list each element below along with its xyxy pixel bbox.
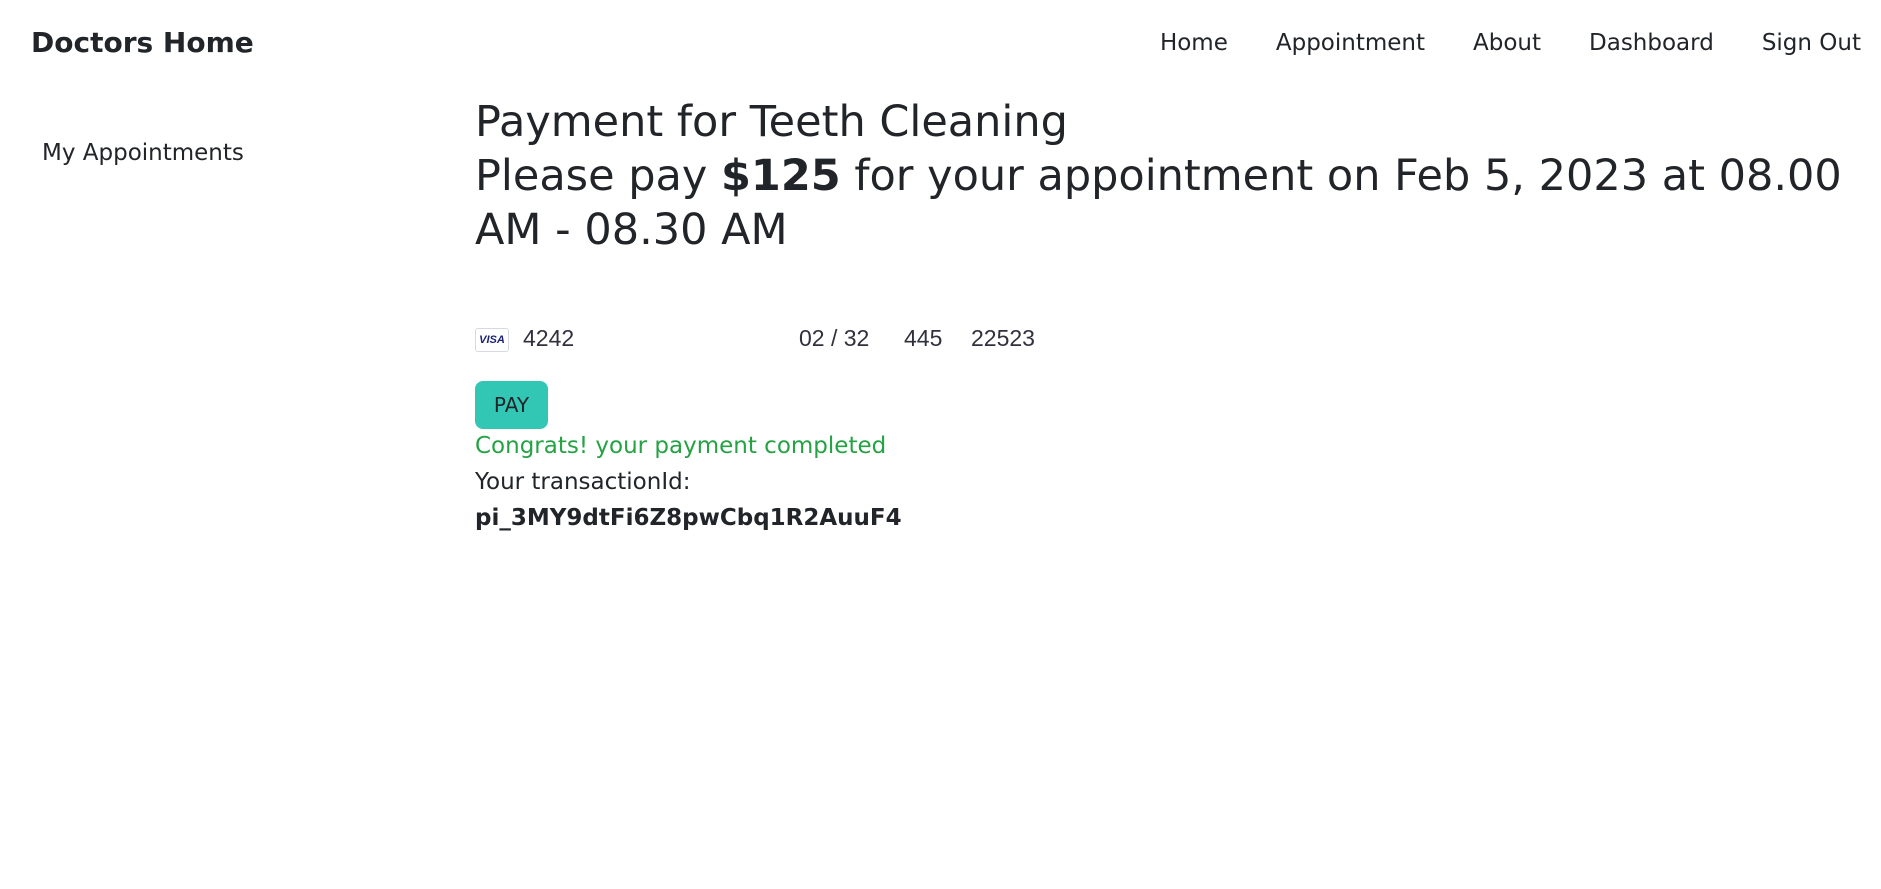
top-navbar: Doctors Home Home Appointment About Dash… — [0, 0, 1881, 92]
nav-link-sign-out[interactable]: Sign Out — [1762, 30, 1861, 56]
nav-link-home[interactable]: Home — [1160, 30, 1228, 56]
nav-link-about[interactable]: About — [1473, 30, 1541, 56]
sidebar: My Appointments — [42, 140, 244, 166]
payment-amount: $125 — [720, 151, 841, 201]
visa-icon: VISA — [475, 328, 509, 352]
sidebar-item-my-appointments[interactable]: My Appointments — [42, 140, 244, 166]
card-zip-field[interactable]: 22523 — [971, 325, 1035, 352]
payment-title: Payment for Teeth Cleaning — [475, 97, 1068, 147]
payment-section: Payment for Teeth Cleaning Please pay $1… — [475, 95, 1855, 531]
pay-button[interactable]: PAY — [475, 381, 548, 429]
nav-link-dashboard[interactable]: Dashboard — [1589, 30, 1714, 56]
transaction-id-value: pi_3MY9dtFi6Z8pwCbq1R2AuuF4 — [475, 505, 902, 531]
card-expiry-field[interactable]: 02 / 32 — [799, 325, 869, 352]
nav-link-appointment[interactable]: Appointment — [1276, 30, 1425, 56]
brand-link[interactable]: Doctors Home — [31, 26, 254, 59]
card-element[interactable]: VISA 4242 02 / 32 445 22523 — [475, 325, 1075, 359]
pay-prefix: Please pay — [475, 151, 721, 201]
nav-links: Home Appointment About Dashboard Sign Ou… — [1160, 30, 1861, 56]
transaction-id-label: Your transactionId: — [475, 469, 691, 495]
payment-success-message: Congrats! your payment completed — [475, 433, 887, 459]
page-title: Payment for Teeth Cleaning Please pay $1… — [475, 95, 1855, 257]
card-number-field[interactable]: 4242 — [523, 325, 574, 352]
card-cvc-field[interactable]: 445 — [904, 325, 942, 352]
